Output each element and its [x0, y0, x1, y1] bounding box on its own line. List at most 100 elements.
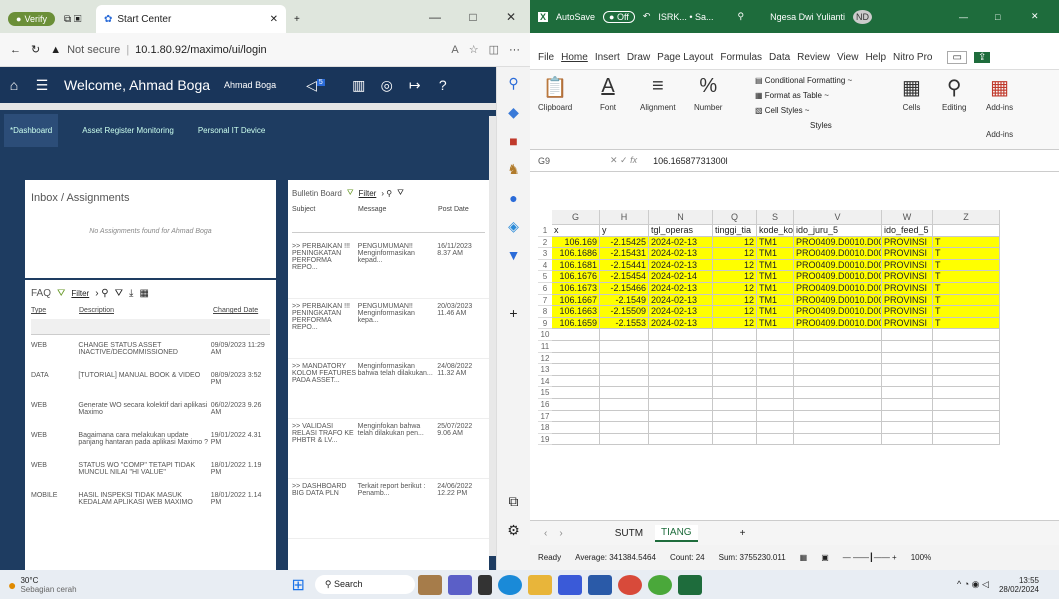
- grid-cell[interactable]: kode_kon: [757, 225, 794, 237]
- maximize-icon[interactable]: □: [454, 0, 492, 33]
- grid-cell[interactable]: [600, 364, 649, 376]
- row-header[interactable]: 1: [538, 225, 552, 237]
- grid-cell[interactable]: -2.15441: [600, 259, 649, 272]
- column-header[interactable]: Q: [713, 210, 757, 225]
- tab-dashboard[interactable]: *Dashboard: [4, 113, 59, 147]
- edge-icon[interactable]: [497, 574, 522, 595]
- grid-cell[interactable]: [757, 364, 794, 376]
- grid-cell[interactable]: [794, 341, 882, 353]
- taskview-icon[interactable]: [477, 574, 492, 595]
- grid-cell[interactable]: -2.15425: [600, 236, 649, 249]
- grid-cell[interactable]: [713, 329, 757, 341]
- grid-cell[interactable]: [794, 352, 882, 365]
- grid-cell[interactable]: PROVINSI: [882, 306, 933, 318]
- font-group[interactable]: A Font: [600, 75, 616, 112]
- row-header[interactable]: 12: [538, 353, 552, 365]
- grid-cell[interactable]: PRO0409.D0010.D0008: [794, 317, 882, 330]
- row-header[interactable]: 19: [538, 434, 552, 446]
- column-header[interactable]: V: [794, 210, 882, 225]
- grid-cell[interactable]: [882, 329, 933, 341]
- column-header[interactable]: H: [600, 210, 649, 225]
- grid-cell[interactable]: PROVINSI: [882, 317, 933, 330]
- grid-cell[interactable]: PROVINSI: [882, 248, 933, 260]
- grid-cell[interactable]: -2.1549: [600, 294, 649, 307]
- grid-cell[interactable]: [933, 341, 1000, 353]
- faq-row[interactable]: DATA [TUTORIAL] MANUAL BOOK & VIDEO 08/09/…: [25, 370, 276, 400]
- grid-cell[interactable]: 12: [713, 271, 757, 283]
- grid-cell[interactable]: [552, 387, 600, 399]
- row-header[interactable]: 9: [538, 318, 552, 330]
- menu-icon[interactable]: ☰: [28, 77, 56, 94]
- faq-row[interactable]: WEB STATUS WO "COMP" TETAPI TIDAK MUNCUL …: [25, 460, 276, 490]
- menu-draw[interactable]: Draw: [627, 52, 650, 63]
- sidebar-shopping-icon[interactable]: ■: [509, 133, 517, 149]
- grid-cell[interactable]: PRO0409.D0010.D0001: [794, 236, 882, 249]
- favorite-icon[interactable]: ☆: [469, 43, 479, 56]
- grid-cell[interactable]: [649, 422, 713, 434]
- alignment-group[interactable]: ≡ Alignment: [640, 75, 676, 112]
- bulletin-filter-icon[interactable]: ⛛: [347, 188, 354, 198]
- grid-cell[interactable]: [552, 433, 600, 446]
- sidebar-add-icon[interactable]: +: [509, 305, 517, 321]
- reports-icon[interactable]: ▥: [345, 77, 373, 94]
- grid-cell[interactable]: PROVINSI: [882, 236, 933, 249]
- grid-cell[interactable]: [649, 364, 713, 376]
- col-description[interactable]: Description: [79, 307, 213, 314]
- sidebar-search-icon[interactable]: ⚲: [508, 75, 518, 92]
- grid-cell[interactable]: T: [933, 306, 1000, 318]
- profile-icon[interactable]: ◎: [373, 77, 401, 94]
- grid-cell[interactable]: [794, 375, 882, 388]
- sidebar-tools-icon[interactable]: ♞: [507, 161, 520, 178]
- grid-cell[interactable]: [552, 422, 600, 434]
- faq-row[interactable]: MOBILE HASIL INSPEKSI TIDAK MASUK KEDALAM…: [25, 490, 276, 520]
- grid-cell[interactable]: TM1: [757, 259, 794, 272]
- grid-cell[interactable]: [649, 329, 713, 341]
- grid-cell[interactable]: [600, 433, 649, 446]
- profile-button[interactable]: ● Verify: [8, 12, 55, 26]
- grid-cell[interactable]: PRO0409.D0010.D0004: [794, 271, 882, 283]
- table-icon[interactable]: ▦: [139, 288, 148, 299]
- menu-file[interactable]: File: [538, 52, 554, 63]
- row-header[interactable]: 17: [538, 411, 552, 423]
- bulletin-row[interactable]: >> DASHBOARD BIG DATA PLN Terkait report …: [288, 479, 489, 539]
- grid-cell[interactable]: x: [552, 225, 600, 237]
- col-post-date[interactable]: Post Date: [438, 206, 469, 213]
- normal-view-icon[interactable]: ▦: [800, 553, 808, 562]
- row-header[interactable]: 4: [538, 260, 552, 272]
- grid-cell[interactable]: [794, 329, 882, 341]
- excel-minimize-icon[interactable]: —: [959, 12, 987, 22]
- grid-cell[interactable]: 2024-02-13: [649, 283, 713, 295]
- clipboard-group[interactable]: 📋 Clipboard: [538, 75, 572, 112]
- page-layout-view-icon[interactable]: ▣: [821, 553, 829, 562]
- grid-cell[interactable]: [713, 422, 757, 434]
- grid-cell[interactable]: tgl_operas: [649, 225, 713, 237]
- close-tab-icon[interactable]: ✕: [270, 14, 278, 25]
- grid-cell[interactable]: [757, 329, 794, 341]
- grid-cell[interactable]: [713, 387, 757, 399]
- grid-cell[interactable]: [794, 399, 882, 411]
- grid-cell[interactable]: 12: [713, 236, 757, 249]
- chrome-icon[interactable]: [617, 574, 642, 595]
- undo-icon[interactable]: ↶: [643, 11, 651, 22]
- grid-cell[interactable]: PROVINSI: [882, 259, 933, 272]
- column-header[interactable]: Z: [933, 210, 1000, 225]
- grid-cell[interactable]: [933, 375, 1000, 388]
- menu-insert[interactable]: Insert: [595, 52, 620, 63]
- grid-cell[interactable]: 2024-02-13: [649, 317, 713, 330]
- column-header[interactable]: W: [882, 210, 933, 225]
- row-header[interactable]: 3: [538, 248, 552, 260]
- grid-cell[interactable]: [600, 410, 649, 423]
- bulletin-row[interactable]: >> MANDATORY KOLOM FEATURES PADA ASSET..…: [288, 359, 489, 419]
- row-header[interactable]: 18: [538, 422, 552, 434]
- grid-cell[interactable]: tinggi_tia: [713, 225, 757, 237]
- grid-cell[interactable]: [649, 410, 713, 423]
- notifications-icon[interactable]: ◁ 5: [306, 77, 325, 94]
- grid-cell[interactable]: [933, 387, 1000, 399]
- grid-cell[interactable]: 2024-02-13: [649, 236, 713, 249]
- grid-cell[interactable]: 12: [713, 248, 757, 260]
- grid-cell[interactable]: [933, 352, 1000, 365]
- grid-cell[interactable]: -2.15466: [600, 283, 649, 295]
- grid-cell[interactable]: 106.1663: [552, 306, 600, 318]
- grid-cell[interactable]: [649, 433, 713, 446]
- grid-cell[interactable]: -2.1553: [600, 317, 649, 330]
